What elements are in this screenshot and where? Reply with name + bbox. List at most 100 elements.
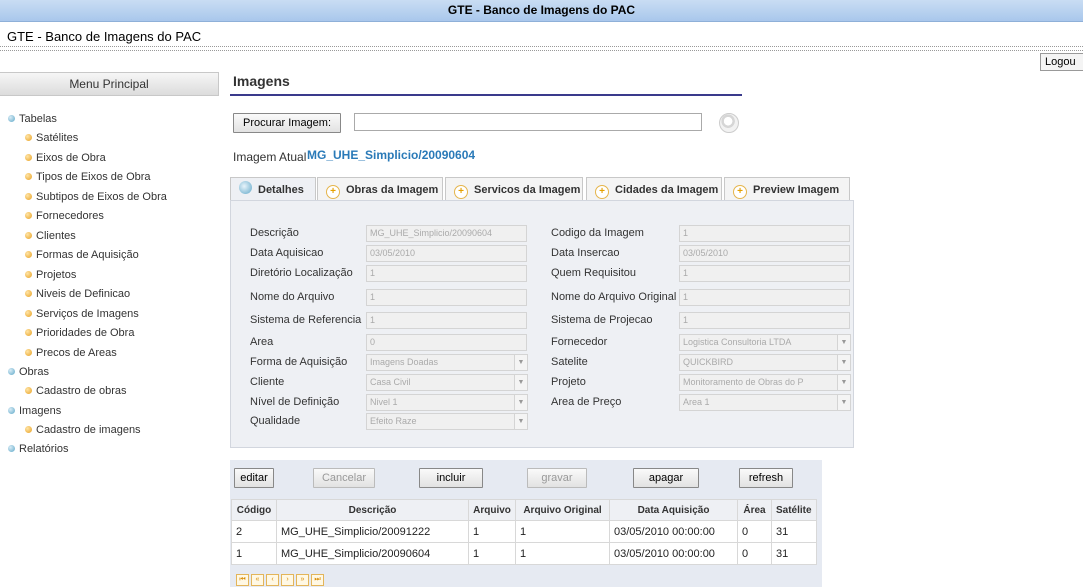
field-select[interactable]: Imagens Doadas ▼ <box>366 354 528 371</box>
sidebar-item-subtipos-de-eixos-de-obra[interactable]: Subtipos de Eixos de Obra <box>25 191 167 203</box>
field-input[interactable]: 03/05/2010 <box>679 245 850 262</box>
column-header[interactable]: Área <box>737 499 772 521</box>
field-select[interactable]: Nivel 1 ▼ <box>366 394 528 411</box>
sidebar-item-imagens[interactable]: Imagens <box>8 405 61 417</box>
chevron-down-icon[interactable]: ▼ <box>837 395 850 410</box>
logout-button[interactable]: Logou <box>1040 53 1083 71</box>
chevron-down-icon[interactable]: ▼ <box>514 355 527 370</box>
sidebar-item-clientes[interactable]: Clientes <box>25 230 76 242</box>
field-value: 1 <box>683 315 689 325</box>
field-input[interactable]: 03/05/2010 <box>366 245 527 262</box>
tab-obras-da-imagem[interactable]: + Obras da Imagem <box>317 177 443 202</box>
sidebar-item-prioridades-de-obra[interactable]: Prioridades de Obra <box>25 327 134 339</box>
bullet-icon <box>8 407 15 414</box>
tab-cidades-da-imagem[interactable]: + Cidades da Imagem <box>586 177 722 202</box>
column-header[interactable]: Data Aquisição <box>609 499 738 521</box>
sidebar-item-servi-os-de-imagens[interactable]: Serviços de Imagens <box>25 308 139 320</box>
edit-button[interactable]: editar <box>234 468 274 488</box>
sidebar-item-tabelas[interactable]: Tabelas <box>8 113 57 125</box>
last-page-icon[interactable]: ⏭ <box>311 574 324 586</box>
field-input[interactable]: 1 <box>679 265 850 282</box>
sidebar-item-projetos[interactable]: Projetos <box>25 269 76 281</box>
column-header[interactable]: Arquivo Original <box>515 499 610 521</box>
field-value: Area 1 <box>683 397 710 407</box>
sidebar-item-precos-de-areas[interactable]: Precos de Areas <box>25 347 117 359</box>
search-icon[interactable] <box>719 113 739 133</box>
refresh-button[interactable]: refresh <box>739 468 793 488</box>
sidebar-item-obras[interactable]: Obras <box>8 366 49 378</box>
field-input[interactable]: 1 <box>679 289 850 306</box>
field-label: Qualidade <box>250 415 301 427</box>
bullet-icon <box>25 232 32 239</box>
tab-detalhes[interactable]: Detalhes <box>230 177 316 202</box>
field-value: 1 <box>683 268 689 278</box>
tab-preview-imagem[interactable]: + Preview Imagem <box>724 177 850 202</box>
field-input[interactable]: 1 <box>366 265 527 282</box>
field-label: Quem Requisitou <box>551 267 636 279</box>
column-header[interactable]: Descrição <box>276 499 469 521</box>
prev-page-icon[interactable]: ‹ <box>266 574 279 586</box>
column-header[interactable]: Satélite <box>771 499 817 521</box>
plus-icon: + <box>733 185 747 199</box>
field-input[interactable]: MG_UHE_Simplicio/20090604 <box>366 225 527 242</box>
search-image-button[interactable]: Procurar Imagem: <box>233 113 341 133</box>
save-button[interactable]: gravar <box>527 468 587 488</box>
column-header[interactable]: Código <box>231 499 277 521</box>
delete-button[interactable]: apagar <box>633 468 699 488</box>
tab-servicos-da-imagem[interactable]: + Servicos da Imagem <box>445 177 583 202</box>
cancel-button[interactable]: Cancelar <box>313 468 375 488</box>
field-label: Fornecedor <box>551 336 608 348</box>
chevron-down-icon[interactable]: ▼ <box>837 355 850 370</box>
first-page-icon[interactable]: ⏮ <box>236 574 249 586</box>
sidebar-item-formas-de-aquisi-o[interactable]: Formas de Aquisição <box>25 249 139 261</box>
table-cell: 0 <box>737 520 772 543</box>
chevron-down-icon[interactable]: ▼ <box>514 395 527 410</box>
field-select[interactable]: Area 1 ▼ <box>679 394 851 411</box>
field-value: 1 <box>370 292 376 302</box>
field-value: 0 <box>370 337 376 347</box>
field-input[interactable]: 1 <box>366 289 527 306</box>
field-label: Projeto <box>551 376 586 388</box>
table-row[interactable]: 2 MG_UHE_Simplicio/20091222 1 1 03/05/2010 0… <box>231 520 817 543</box>
chevron-down-icon[interactable]: ▼ <box>837 375 850 390</box>
sidebar-item-cadastro-de-imagens[interactable]: Cadastro de imagens <box>25 424 141 436</box>
table-cell: 0 <box>737 542 772 565</box>
field-select[interactable]: Efeito Raze ▼ <box>366 413 528 430</box>
prev-group-icon[interactable]: « <box>251 574 264 586</box>
field-label: Area <box>250 336 274 348</box>
sidebar-item-cadastro-de-obras[interactable]: Cadastro de obras <box>25 385 127 397</box>
sidebar-header: Menu Principal <box>0 72 219 96</box>
next-group-icon[interactable]: » <box>296 574 309 586</box>
sidebar-item-sat-lites[interactable]: Satélites <box>25 132 78 144</box>
sidebar-item-niveis-de-definicao[interactable]: Niveis de Definicao <box>25 288 130 300</box>
field-value: 1 <box>683 292 689 302</box>
field-select[interactable]: Monitoramento de Obras do P ▼ <box>679 374 851 391</box>
sidebar-item-tipos-de-eixos-de-obra[interactable]: Tipos de Eixos de Obra <box>25 171 151 183</box>
sidebar-item-relat-rios[interactable]: Relatórios <box>8 443 69 455</box>
sidebar-item-eixos-de-obra[interactable]: Eixos de Obra <box>25 152 106 164</box>
field-input[interactable]: 1 <box>366 312 527 329</box>
field-select[interactable]: Logistica Consultoria LTDA ▼ <box>679 334 851 351</box>
field-input[interactable]: 1 <box>679 312 850 329</box>
column-header[interactable]: Arquivo <box>468 499 516 521</box>
field-value: 1 <box>683 228 689 238</box>
field-value: MG_UHE_Simplicio/20090604 <box>370 228 493 238</box>
field-select[interactable]: Casa Civil ▼ <box>366 374 528 391</box>
field-input[interactable]: 1 <box>679 225 850 242</box>
sidebar-item-label: Cadastro de obras <box>36 385 127 397</box>
chevron-down-icon[interactable]: ▼ <box>837 335 850 350</box>
field-value: Logistica Consultoria LTDA <box>683 337 792 347</box>
table-cell: 03/05/2010 00:00:00 <box>609 520 738 543</box>
sidebar-item-fornecedores[interactable]: Fornecedores <box>25 210 104 222</box>
field-input[interactable]: 0 <box>366 334 527 351</box>
field-select[interactable]: QUICKBIRD ▼ <box>679 354 851 371</box>
search-input[interactable] <box>354 113 702 131</box>
sidebar-item-label: Formas de Aquisição <box>36 249 139 261</box>
table-row[interactable]: 1 MG_UHE_Simplicio/20090604 1 1 03/05/2010 0… <box>231 542 817 565</box>
chevron-down-icon[interactable]: ▼ <box>514 414 527 429</box>
include-button[interactable]: incluir <box>419 468 483 488</box>
chevron-down-icon[interactable]: ▼ <box>514 375 527 390</box>
field-value: QUICKBIRD <box>683 357 734 367</box>
table-cell: 03/05/2010 00:00:00 <box>609 542 738 565</box>
next-page-icon[interactable]: › <box>281 574 294 586</box>
